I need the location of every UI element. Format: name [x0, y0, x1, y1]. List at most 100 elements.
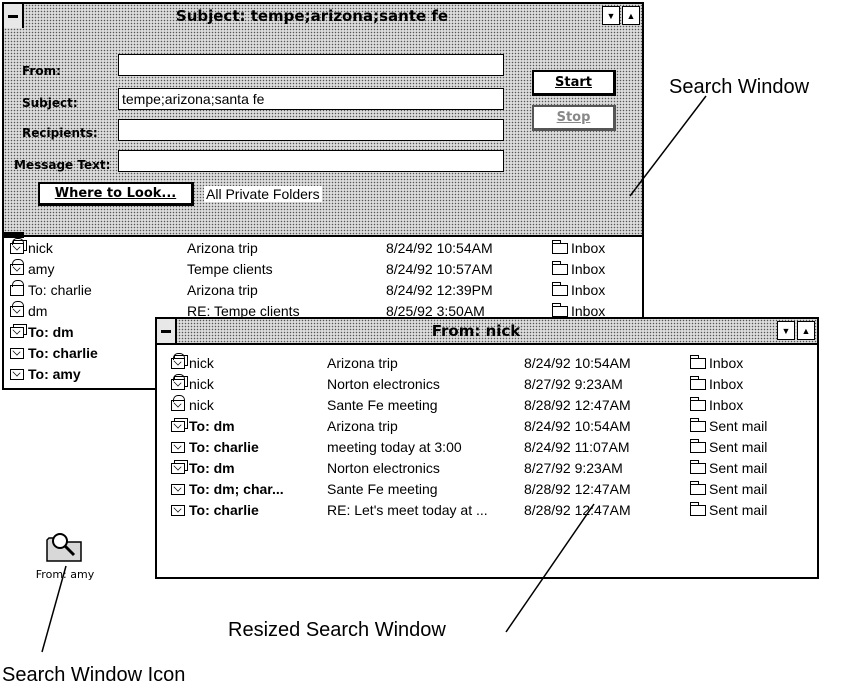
sender-text: To: amy	[28, 366, 81, 382]
window-title: Subject: tempe;arizona;sante fe	[175, 7, 449, 25]
list-item[interactable]: To: charlie meeting today at 3:00 8/24/92 …	[157, 437, 817, 457]
subject-cell: Arizona trip	[187, 240, 258, 256]
sender-cell: To: amy	[10, 364, 81, 384]
folder-cell: Sent mail	[690, 437, 767, 457]
sender-cell: To: charlie	[10, 280, 92, 300]
subject-cell: Arizona trip	[327, 418, 398, 434]
envelope-icon	[171, 505, 185, 516]
sender-text: To: charlie	[189, 439, 259, 455]
subject-cell: Tempe clients	[187, 261, 273, 277]
message-text-field[interactable]	[118, 150, 504, 172]
system-menu-button[interactable]	[4, 4, 24, 28]
sender-text: To: charlie	[28, 345, 98, 361]
list-item[interactable]: To: dm Arizona trip 8/24/92 10:54AM Sent ma…	[157, 416, 817, 436]
sender-cell: To: charlie	[171, 437, 259, 457]
folder-icon	[690, 355, 706, 369]
sender-text: To: dm; char...	[189, 481, 284, 497]
folder-icon	[690, 376, 706, 390]
folder-text: Sent mail	[709, 502, 768, 518]
folder-icon	[552, 303, 568, 317]
date-cell: 8/24/92 10:54AM	[524, 418, 631, 434]
list-item[interactable]: To: dm Norton electronics 8/27/92 9:23AM Se…	[157, 458, 817, 478]
sender-text: To: charlie	[28, 282, 92, 298]
open-envelope-double-icon	[171, 353, 185, 369]
sender-cell: nick	[171, 353, 214, 373]
window-border-bottom[interactable]	[157, 573, 817, 577]
maximize-button[interactable]: ▲	[797, 321, 815, 340]
list-item[interactable]: nick Norton electronics 8/27/92 9:23AM Inbo…	[157, 374, 817, 394]
envelope-double-icon	[10, 327, 24, 338]
folder-text: Sent mail	[709, 439, 768, 455]
maximize-button[interactable]: ▲	[622, 6, 640, 25]
folder-icon	[552, 240, 568, 254]
date-cell: 8/24/92 12:39PM	[386, 282, 493, 298]
search-form: From: Subject: tempe;arizona;santa fe Re…	[4, 28, 642, 235]
date-cell: 8/24/92 10:54AM	[524, 355, 631, 371]
folder-icon	[690, 418, 706, 432]
folder-text: Sent mail	[709, 481, 768, 497]
sender-cell: To: charlie	[10, 343, 98, 363]
folder-cell: Inbox	[552, 280, 605, 300]
envelope-icon	[10, 369, 24, 380]
sender-cell: To: dm	[171, 458, 235, 478]
list-item[interactable]: amy Tempe clients 8/24/92 10:57AM Inbox	[4, 259, 642, 279]
sent-envelope-icon	[10, 280, 24, 296]
open-envelope-icon	[171, 395, 185, 411]
annotation-search-window: Search Window	[669, 76, 810, 98]
sender-cell: To: dm	[171, 416, 235, 436]
annotation-search-window-icon: Search Window Icon	[2, 664, 186, 686]
folder-icon	[552, 261, 568, 275]
folder-text: Inbox	[709, 355, 744, 371]
recipients-field[interactable]	[118, 119, 504, 141]
list-item[interactable]: nick Arizona trip 8/24/92 10:54AM Inbox	[4, 238, 642, 258]
date-cell: 8/24/92 11:07AM	[524, 439, 630, 455]
folder-cell: Sent mail	[690, 416, 767, 436]
message-text-label: Message Text:	[14, 158, 111, 172]
title-bar[interactable]: Subject: tempe;arizona;sante fe ▼ ▲	[4, 4, 642, 30]
title-bar[interactable]: From: nick ▼ ▲	[157, 319, 817, 345]
window-title: From: nick	[431, 322, 521, 340]
envelope-double-icon	[171, 463, 185, 474]
minimize-button[interactable]: ▼	[602, 6, 620, 25]
folder-icon	[690, 397, 706, 411]
sender-text: nick	[189, 376, 214, 392]
date-cell: 8/27/92 9:23AM	[524, 460, 623, 476]
date-cell: 8/24/92 10:54AM	[386, 240, 493, 256]
list-item[interactable]: To: dm; char... Sante Fe meeting 8/28/92 1…	[157, 479, 817, 499]
start-button[interactable]: Start	[532, 70, 616, 96]
folder-cell: Sent mail	[690, 500, 767, 520]
pane-splitter[interactable]	[4, 235, 642, 237]
from-field[interactable]	[118, 54, 504, 76]
list-item[interactable]: nick Sante Fe meeting 8/28/92 12:47AM Inbox	[157, 395, 817, 415]
date-cell: 8/28/92 12:47AM	[524, 397, 631, 413]
stop-button[interactable]: Stop	[532, 105, 616, 131]
subject-cell: Arizona trip	[327, 355, 398, 371]
folder-text: Inbox	[571, 261, 606, 277]
date-cell: 8/28/92 12:47AM	[524, 502, 631, 518]
subject-field[interactable]: tempe;arizona;santa fe	[118, 88, 504, 110]
folder-icon	[690, 481, 706, 495]
subject-cell: Norton electronics	[327, 376, 440, 392]
list-item[interactable]: nick Arizona trip 8/24/92 10:54AM Inbox	[157, 353, 817, 373]
system-menu-button[interactable]	[157, 319, 177, 343]
where-to-look-button[interactable]: Where to Look...	[38, 182, 194, 206]
list-item[interactable]: To: charlie Arizona trip 8/24/92 12:39PM In…	[4, 280, 642, 300]
search-window-desktop-icon[interactable]: From: amy	[30, 528, 100, 581]
from-label: From:	[22, 64, 61, 78]
folder-cell: Inbox	[690, 374, 743, 394]
folder-cell: Inbox	[552, 238, 605, 258]
envelope-double-icon	[171, 421, 185, 432]
recipients-label: Recipients:	[22, 126, 98, 140]
folder-cell: Inbox	[690, 353, 743, 373]
open-envelope-double-icon	[10, 238, 24, 254]
results-list: nick Arizona trip 8/24/92 10:54AM Inbox nick…	[157, 353, 817, 563]
desktop-icon-label: From: amy	[35, 568, 95, 581]
folder-text: Inbox	[709, 397, 744, 413]
where-to-look-value: All Private Folders	[204, 186, 322, 202]
minimize-button[interactable]: ▼	[777, 321, 795, 340]
folder-text: Inbox	[709, 376, 744, 392]
sender-text: nick	[189, 397, 214, 413]
sender-text: To: dm	[189, 418, 235, 434]
list-item[interactable]: To: charlie RE: Let's meet today at ... 8/…	[157, 500, 817, 520]
sender-text: amy	[28, 261, 55, 277]
